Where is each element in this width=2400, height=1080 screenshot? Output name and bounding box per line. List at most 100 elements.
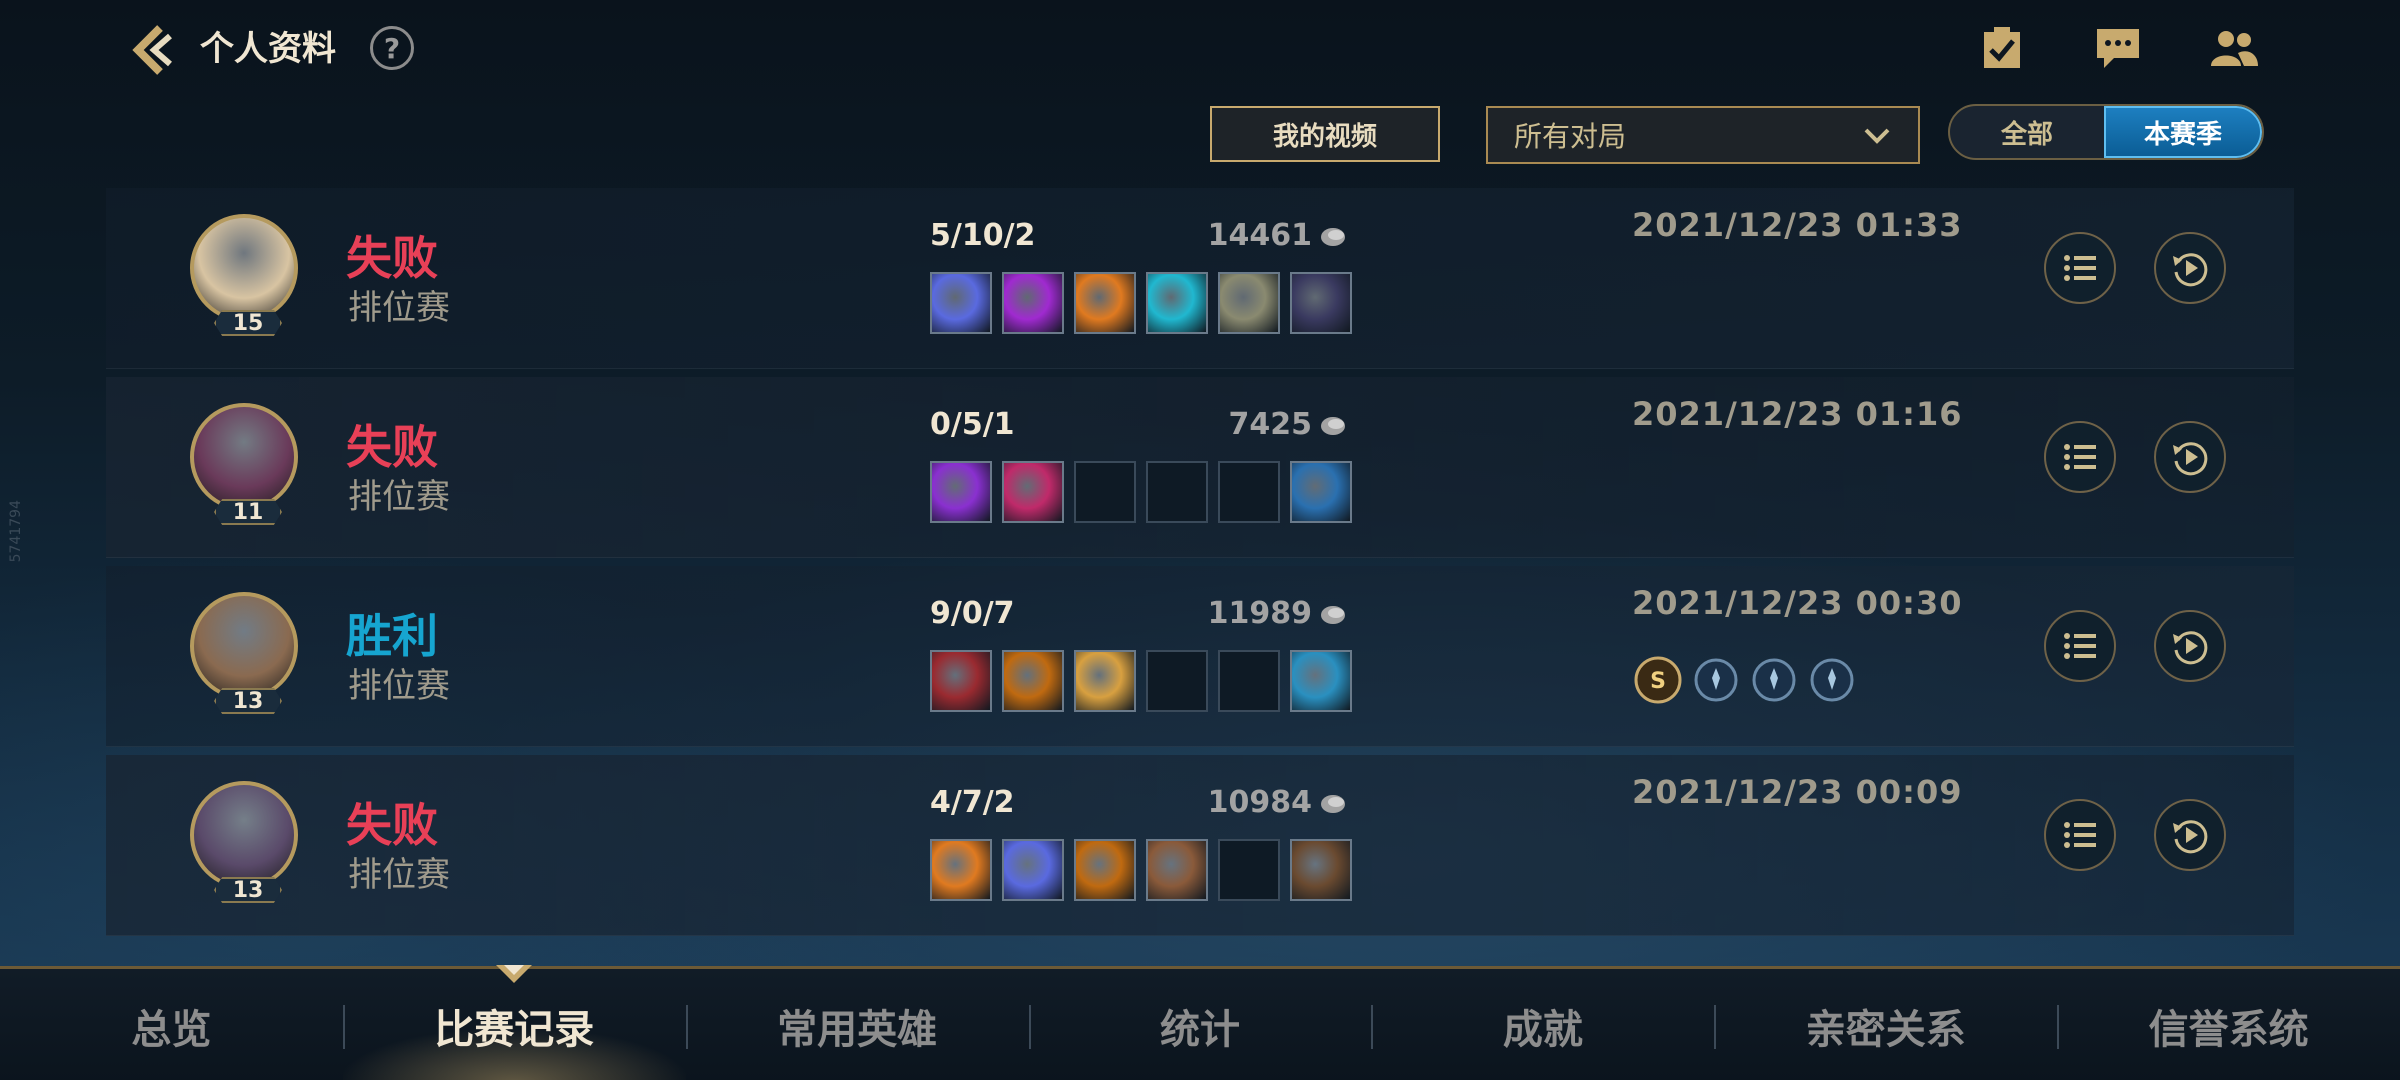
match-row[interactable]: 15 失败 排位赛 5/10/2 14461 2021/12/23 01:33	[106, 188, 2294, 369]
replay-icon	[2173, 442, 2208, 476]
item-icon[interactable]	[1002, 272, 1064, 334]
svg-text:S: S	[1650, 669, 1666, 694]
list-icon	[2064, 633, 2096, 659]
missions-button[interactable]	[1974, 22, 2030, 74]
toggle-all[interactable]: 全部	[1950, 106, 2104, 158]
item-build	[930, 839, 1362, 901]
match-result: 失败	[346, 420, 438, 474]
item-icon[interactable]	[1002, 650, 1064, 712]
honor-badge-icon	[1752, 658, 1796, 702]
empty-item-slot	[1218, 650, 1280, 712]
replay-button[interactable]	[2154, 610, 2226, 682]
honor-badge-icon	[1810, 658, 1854, 702]
match-details-button[interactable]	[2044, 799, 2116, 871]
side-id-text: 5741794	[8, 500, 24, 563]
champion-portrait[interactable]	[190, 403, 298, 511]
replay-icon	[2173, 253, 2208, 287]
list-icon	[2064, 255, 2096, 281]
item-icon[interactable]	[1074, 272, 1136, 334]
gold-value: 11989	[1207, 596, 1312, 631]
chat-button[interactable]	[2090, 22, 2146, 74]
back-button[interactable]	[124, 20, 184, 80]
season-toggle[interactable]: 全部 本赛季	[1948, 104, 2264, 160]
champion-level-badge: 15	[214, 310, 282, 336]
match-row[interactable]: 13 失败 排位赛 4/7/2 10984 2021/12/23 00:09	[106, 755, 2294, 936]
tab-3[interactable]: 统计	[1028, 969, 1372, 1080]
champion-portrait[interactable]	[190, 592, 298, 700]
item-icon[interactable]	[1290, 272, 1352, 334]
empty-item-slot	[1146, 650, 1208, 712]
tab-4[interactable]: 成就	[1371, 969, 1714, 1080]
kda-score: 0/5/1	[930, 407, 1015, 442]
match-row[interactable]: 13 胜利 排位赛 9/0/7 11989 2021/12/23 00:30 S	[106, 566, 2294, 747]
tab-2[interactable]: 常用英雄	[685, 969, 1029, 1080]
item-icon[interactable]	[1146, 839, 1208, 901]
replay-icon	[2173, 820, 2208, 854]
empty-item-slot	[1074, 461, 1136, 523]
coin-icon	[1321, 416, 1345, 435]
clipboard-check-icon	[1984, 27, 2020, 68]
queue-type: 排位赛	[348, 666, 450, 706]
coin-icon	[1321, 227, 1345, 246]
friends-icon	[2211, 31, 2258, 66]
match-date: 2021/12/23 00:30	[1632, 584, 1963, 622]
tab-1[interactable]: 比赛记录	[342, 969, 686, 1080]
item-icon[interactable]	[930, 272, 992, 334]
list-icon	[2064, 444, 2096, 470]
item-icon[interactable]	[930, 650, 992, 712]
item-build	[930, 272, 1362, 334]
tab-6[interactable]: 信誉系统	[2057, 969, 2400, 1080]
replay-icon	[2173, 631, 2208, 665]
chat-bubble-icon	[2097, 29, 2139, 68]
match-details-button[interactable]	[2044, 610, 2116, 682]
replay-button[interactable]	[2154, 232, 2226, 304]
item-icon[interactable]	[1074, 839, 1136, 901]
item-icon[interactable]	[1002, 461, 1064, 523]
replay-button[interactable]	[2154, 799, 2226, 871]
match-result: 失败	[346, 798, 438, 852]
item-icon[interactable]	[1290, 839, 1352, 901]
item-icon[interactable]	[1218, 272, 1280, 334]
gold-earned: 10984	[1112, 785, 1348, 820]
item-icon[interactable]	[1290, 650, 1352, 712]
tab-5[interactable]: 亲密关系	[1714, 969, 2057, 1080]
item-icon[interactable]	[930, 461, 992, 523]
item-icon[interactable]	[930, 839, 992, 901]
item-icon[interactable]	[1002, 839, 1064, 901]
match-type-select[interactable]: 所有对局	[1486, 106, 1920, 164]
empty-item-slot	[1218, 839, 1280, 901]
match-date: 2021/12/23 01:16	[1632, 395, 1963, 433]
kda-score: 9/0/7	[930, 596, 1015, 631]
my-videos-button[interactable]: 我的视频	[1210, 106, 1440, 162]
queue-type: 排位赛	[348, 477, 450, 517]
gold-earned: 11989	[1112, 596, 1348, 631]
match-details-button[interactable]	[2044, 232, 2116, 304]
empty-item-slot	[1146, 461, 1208, 523]
gold-earned: 7425	[1112, 407, 1348, 442]
match-row[interactable]: 11 失败 排位赛 0/5/1 7425 2021/12/23 01:16	[106, 377, 2294, 558]
list-icon	[2064, 822, 2096, 848]
queue-type: 排位赛	[348, 288, 450, 328]
coin-icon	[1321, 794, 1345, 813]
match-history-list: 15 失败 排位赛 5/10/2 14461 2021/12/23 01:33 …	[106, 188, 2294, 944]
item-icon[interactable]	[1074, 650, 1136, 712]
champion-portrait[interactable]	[190, 214, 298, 322]
item-icon[interactable]	[1146, 272, 1208, 334]
toggle-this-season[interactable]: 本赛季	[2104, 106, 2262, 158]
empty-item-slot	[1218, 461, 1280, 523]
match-type-value: 所有对局	[1514, 120, 1627, 153]
replay-button[interactable]	[2154, 421, 2226, 493]
item-icon[interactable]	[1290, 461, 1352, 523]
gold-value: 7425	[1228, 407, 1313, 442]
help-button[interactable]: ?	[370, 26, 414, 70]
friends-button[interactable]	[2206, 22, 2262, 74]
match-details-button[interactable]	[2044, 421, 2116, 493]
coin-icon	[1321, 605, 1345, 624]
champion-portrait[interactable]	[190, 781, 298, 889]
gold-value: 10984	[1207, 785, 1312, 820]
s-rank-badge-icon: S	[1634, 656, 1682, 704]
tab-0[interactable]: 总览	[0, 969, 343, 1080]
chevron-down-icon	[1864, 128, 1890, 144]
page-title: 个人资料	[200, 29, 336, 69]
item-build	[930, 650, 1362, 712]
